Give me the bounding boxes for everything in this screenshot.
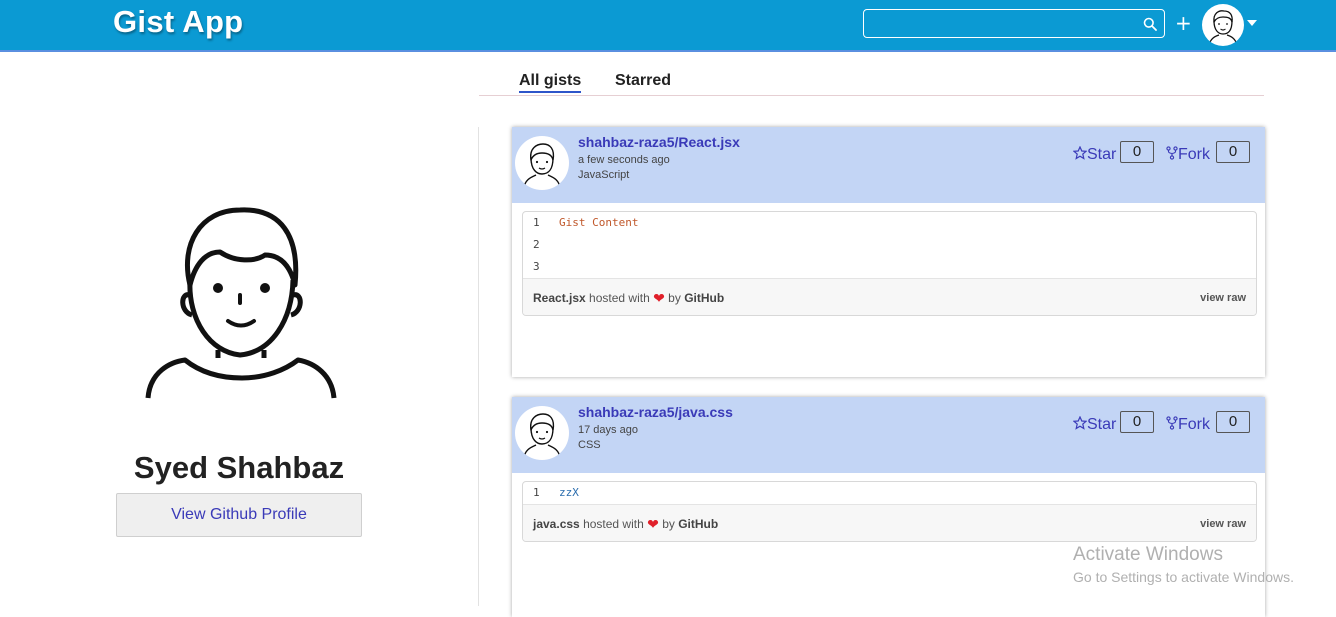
gist-tabs: All gists Starred: [479, 70, 1264, 96]
line-number[interactable]: 2: [533, 234, 540, 256]
fork-label: Fork: [1178, 146, 1210, 163]
search-icon[interactable]: [1143, 17, 1157, 31]
gist-language: JavaScript: [578, 169, 630, 181]
code-line: 1 zzX: [523, 482, 1256, 504]
tab-all-gists[interactable]: All gists: [519, 72, 582, 93]
fork-count: 0: [1216, 411, 1250, 433]
star-label: Star: [1087, 146, 1117, 163]
gist-footer-meta: React.jsx hosted with ❤ by GitHub: [533, 291, 724, 305]
fork-icon: [1166, 146, 1178, 160]
user-avatar-icon: [1208, 10, 1238, 46]
code-line: 3: [523, 256, 1256, 278]
github-link[interactable]: GitHub: [684, 291, 724, 305]
profile-avatar-icon: [145, 207, 337, 399]
activate-windows-title: Activate Windows: [1073, 544, 1223, 565]
new-gist-button[interactable]: +: [1175, 13, 1192, 33]
tab-starred[interactable]: Starred: [615, 72, 671, 90]
gist-card-header: shahbaz-raza5/java.css 17 days ago CSS S…: [512, 397, 1265, 473]
gist-timestamp: a few seconds ago: [578, 154, 670, 166]
heart-icon: ❤: [647, 516, 659, 532]
gist-embed-footer: java.css hosted with ❤ by GitHub view ra…: [523, 504, 1256, 541]
gist-timestamp: 17 days ago: [578, 424, 638, 436]
gist-footer-meta: java.css hosted with ❤ by GitHub: [533, 517, 718, 531]
gist-embed: 1 zzX java.css hosted with ❤ by GitHub v…: [522, 481, 1257, 542]
gist-owner-avatar-icon[interactable]: [515, 406, 569, 460]
code-line: 1 Gist Content: [523, 212, 1256, 234]
star-count: 0: [1120, 411, 1154, 433]
activate-windows-subtitle: Go to Settings to activate Windows.: [1073, 569, 1294, 585]
gist-owner-avatar-icon: [523, 413, 561, 459]
hosted-with-text: hosted with: [589, 291, 650, 305]
fork-count: 0: [1216, 141, 1250, 163]
line-number[interactable]: 1: [533, 212, 540, 234]
heart-icon: ❤: [653, 290, 665, 306]
gist-card: shahbaz-raza5/React.jsx a few seconds ag…: [512, 127, 1265, 377]
star-icon: [1072, 415, 1088, 430]
by-text: by: [668, 291, 681, 305]
line-number[interactable]: 3: [533, 256, 540, 278]
code-line: 2: [523, 234, 1256, 256]
caret-down-icon[interactable]: [1247, 20, 1257, 26]
user-avatar-icon[interactable]: [1202, 4, 1244, 46]
search-input[interactable]: [870, 13, 1130, 35]
star-icon: [1072, 145, 1088, 160]
gist-language: CSS: [578, 439, 601, 451]
view-raw-link[interactable]: view raw: [1200, 518, 1246, 530]
star-label: Star: [1087, 416, 1117, 433]
column-divider: [478, 127, 479, 606]
gist-owner-avatar-icon: [523, 143, 561, 189]
line-code: Gist Content: [559, 216, 639, 229]
gist-title-link[interactable]: shahbaz-raza5/java.css: [578, 404, 733, 420]
profile-name: Syed Shahbaz: [133, 450, 345, 485]
gist-embed-footer: React.jsx hosted with ❤ by GitHub view r…: [523, 278, 1256, 315]
top-navbar: Gist App +: [0, 0, 1336, 52]
by-text: by: [662, 517, 675, 531]
search-box[interactable]: [863, 9, 1165, 38]
fork-icon: [1166, 416, 1178, 430]
line-number[interactable]: 1: [533, 482, 540, 504]
star-count: 0: [1120, 141, 1154, 163]
gist-title-link[interactable]: shahbaz-raza5/React.jsx: [578, 134, 740, 150]
app-brand[interactable]: Gist App: [113, 4, 243, 40]
fork-button[interactable]: Fork: [1166, 146, 1210, 164]
view-github-profile-button[interactable]: View Github Profile: [116, 493, 362, 537]
gist-file-link[interactable]: React.jsx: [533, 291, 586, 305]
gist-file-link[interactable]: java.css: [533, 517, 580, 531]
gist-card-header: shahbaz-raza5/React.jsx a few seconds ag…: [512, 127, 1265, 203]
star-button[interactable]: Star: [1072, 415, 1117, 434]
star-button[interactable]: Star: [1072, 145, 1117, 164]
gist-embed: 1 Gist Content 2 3 React.jsx hosted with…: [522, 211, 1257, 316]
github-link[interactable]: GitHub: [678, 517, 718, 531]
fork-button[interactable]: Fork: [1166, 416, 1210, 434]
line-code: zzX: [559, 486, 579, 499]
view-raw-link[interactable]: view raw: [1200, 292, 1246, 304]
gist-owner-avatar-icon[interactable]: [515, 136, 569, 190]
fork-label: Fork: [1178, 416, 1210, 433]
hosted-with-text: hosted with: [583, 517, 644, 531]
